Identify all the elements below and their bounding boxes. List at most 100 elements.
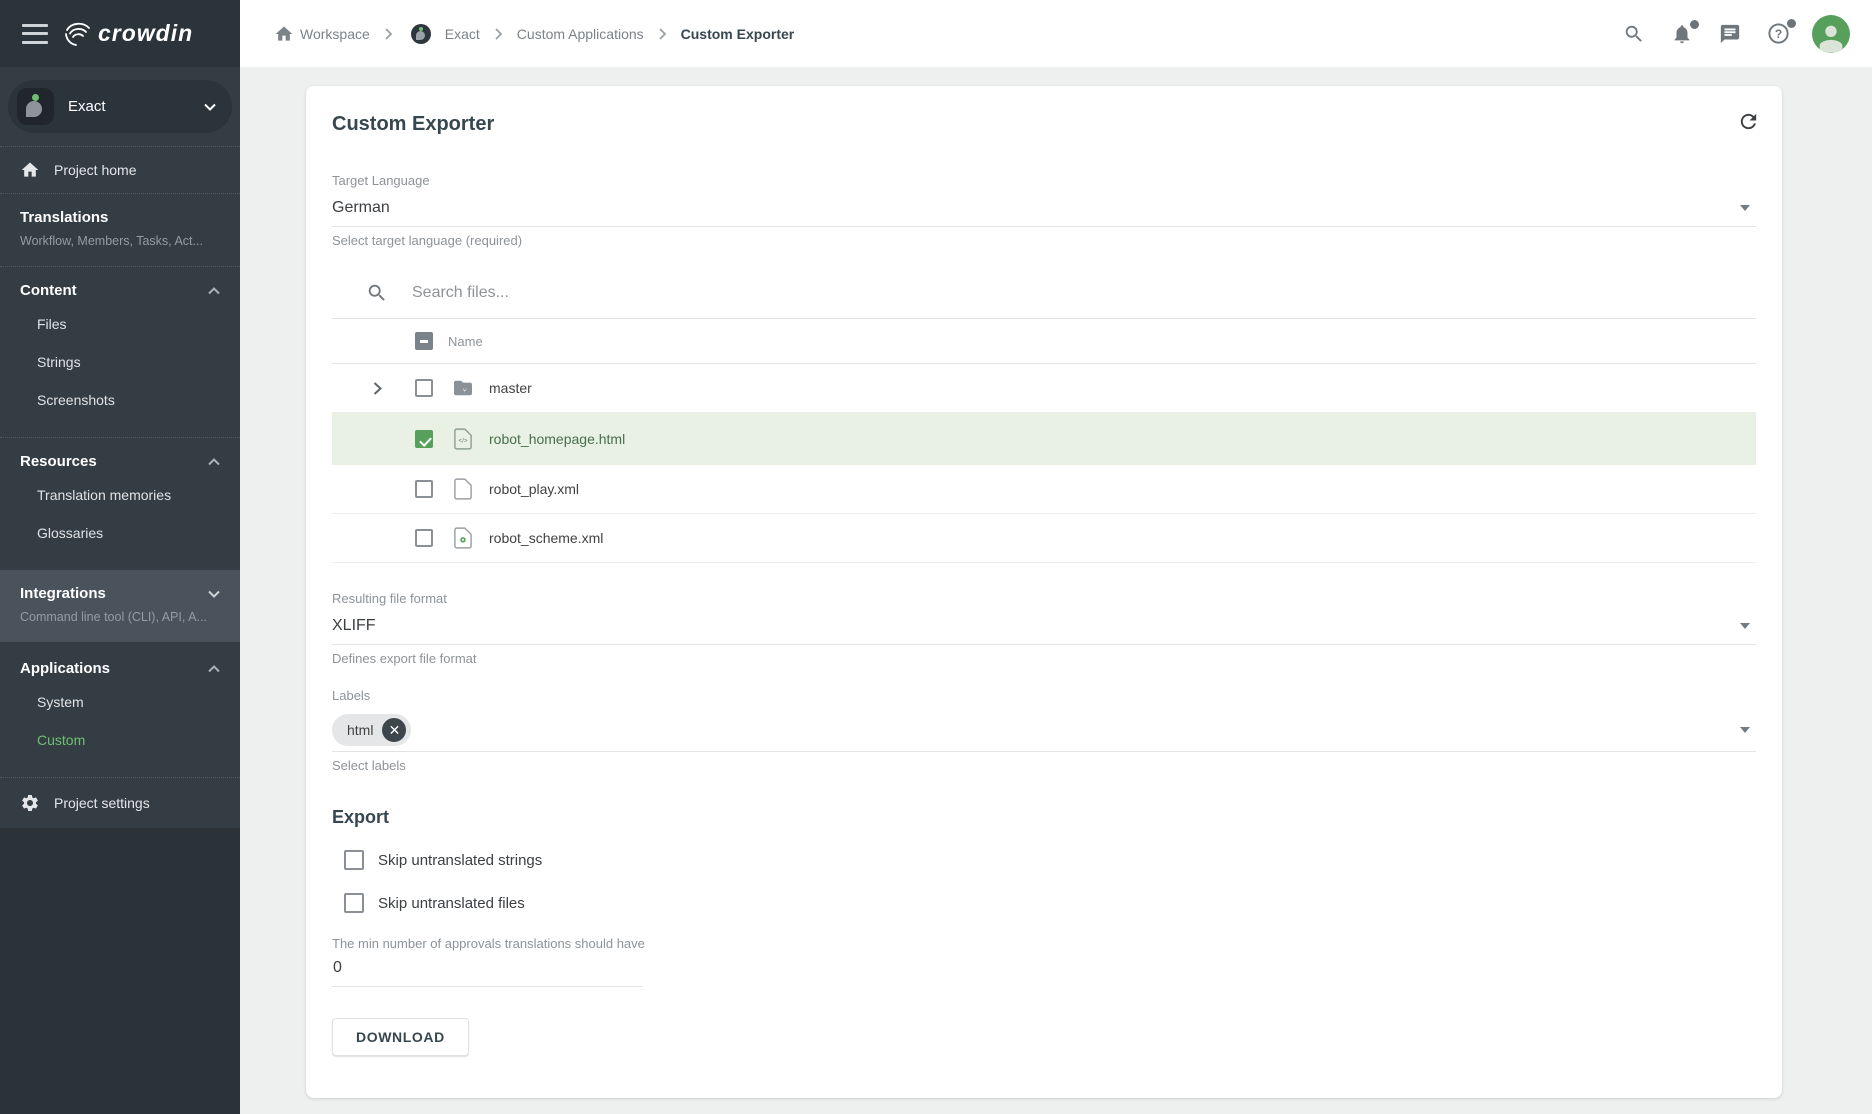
chip-label: html [347, 722, 373, 738]
download-button[interactable]: DOWNLOAD [332, 1018, 469, 1056]
chevron-down-icon [208, 590, 220, 598]
section-header-applications[interactable]: Applications [20, 660, 220, 677]
top-bar: crowdin Workspace Exact Custom Applicati… [0, 0, 1872, 67]
format-label: Resulting file format [332, 591, 1756, 606]
file-row-robot-homepage[interactable]: </> robot_homepage.html [332, 413, 1756, 465]
section-subtitle: Workflow, Members, Tasks, Act... [20, 234, 220, 248]
topbar-brand-area: crowdin [0, 0, 240, 67]
section-header-resources[interactable]: Resources [20, 453, 220, 470]
sidebar-item-files[interactable]: Files [20, 305, 220, 343]
user-avatar[interactable] [1812, 15, 1850, 53]
caret-down-icon [1740, 727, 1750, 733]
expand-chevron-icon[interactable] [373, 382, 415, 395]
approvals-field: The min number of approvals translations… [332, 936, 1756, 987]
target-language-label: Target Language [332, 173, 1756, 188]
project-logo-icon [17, 88, 54, 125]
svg-text:⑂: ⑂ [463, 386, 467, 395]
file-name: robot_homepage.html [489, 431, 625, 447]
refresh-icon[interactable] [1737, 110, 1760, 138]
custom-exporter-card: Custom Exporter Target Language German S… [306, 86, 1782, 1098]
file-table-header: Name [332, 319, 1756, 364]
remove-chip-icon[interactable]: ✕ [382, 718, 406, 742]
approvals-label: The min number of approvals translations… [332, 936, 1756, 951]
row-checkbox[interactable] [415, 529, 433, 547]
gear-icon [20, 793, 40, 813]
option-skip-untranslated-files: Skip untranslated files [332, 893, 1756, 913]
name-column-header: Name [448, 334, 483, 349]
help-badge-dot [1787, 19, 1796, 28]
target-language-value: German [332, 199, 390, 217]
project-avatar-icon [411, 24, 431, 44]
help-icon[interactable]: ? [1767, 22, 1790, 45]
sidebar-filler [0, 828, 240, 1114]
row-checkbox[interactable] [415, 480, 433, 498]
breadcrumb-project[interactable]: Exact [445, 26, 480, 42]
label-chip-html: html ✕ [332, 714, 411, 746]
file-row-robot-play[interactable]: robot_play.xml [332, 465, 1756, 514]
sidebar-item-screenshots[interactable]: Screenshots [20, 381, 220, 419]
breadcrumb-current-page: Custom Exporter [681, 26, 795, 42]
android-xml-file-icon [452, 527, 474, 549]
breadcrumb: Workspace Exact Custom Applications Cust… [240, 0, 1597, 67]
section-header-content[interactable]: Content [20, 282, 220, 299]
search-icon [366, 282, 388, 304]
skip-untranslated-files-checkbox[interactable] [344, 893, 364, 913]
sidebar-section-applications: Applications System Custom [0, 642, 240, 777]
home-icon[interactable] [274, 24, 294, 44]
home-icon [20, 160, 40, 180]
breadcrumb-separator-icon [658, 28, 667, 40]
section-subtitle: Command line tool (CLI), API, A... [20, 610, 220, 624]
sidebar: Exact Project home Translations Workflow… [0, 67, 240, 1114]
page-title: Custom Exporter [332, 113, 1756, 136]
target-language-select[interactable]: German [332, 192, 1756, 227]
format-select[interactable]: XLIFF [332, 610, 1756, 645]
labels-helper: Select labels [332, 758, 1756, 773]
target-language-helper: Select target language (required) [332, 233, 1756, 248]
caret-down-icon [1740, 623, 1750, 629]
select-all-checkbox[interactable] [415, 332, 433, 350]
sidebar-item-strings[interactable]: Strings [20, 343, 220, 381]
breadcrumb-workspace[interactable]: Workspace [300, 26, 370, 42]
caret-down-icon [1740, 205, 1750, 211]
topbar-actions: ? [1597, 0, 1872, 67]
sidebar-item-translation-memories[interactable]: Translation memories [20, 476, 220, 514]
svg-text:?: ? [1775, 27, 1782, 41]
svg-text:</>: </> [458, 437, 467, 444]
chevron-up-icon [208, 287, 220, 295]
sidebar-item-glossaries[interactable]: Glossaries [20, 514, 220, 552]
notification-badge-dot [1690, 20, 1699, 29]
sidebar-section-integrations[interactable]: Integrations Command line tool (CLI), AP… [0, 570, 240, 642]
sidebar-item-custom[interactable]: Custom [20, 721, 220, 759]
sidebar-section-resources: Resources Translation memories Glossarie… [0, 438, 240, 570]
approvals-input[interactable] [332, 953, 643, 987]
messages-icon[interactable] [1719, 23, 1741, 45]
notifications-bell-icon[interactable] [1671, 23, 1693, 45]
sidebar-item-project-home[interactable]: Project home [0, 147, 240, 193]
row-checkbox[interactable] [415, 430, 433, 448]
row-checkbox[interactable] [415, 379, 433, 397]
sidebar-item-project-settings[interactable]: Project settings [0, 778, 240, 828]
file-row-robot-scheme[interactable]: robot_scheme.xml [332, 514, 1756, 563]
breadcrumb-custom-applications[interactable]: Custom Applications [517, 26, 644, 42]
hamburger-menu-icon[interactable] [22, 24, 48, 44]
sidebar-section-translations[interactable]: Translations Workflow, Members, Tasks, A… [0, 194, 240, 266]
project-selector[interactable]: Exact [8, 80, 232, 133]
sidebar-item-label: Project settings [54, 795, 150, 811]
sidebar-item-system[interactable]: System [20, 683, 220, 721]
project-selector-wrap: Exact [0, 67, 240, 146]
html-file-icon: </> [452, 428, 474, 450]
project-selector-label: Exact [68, 98, 204, 115]
file-row-master[interactable]: ⑂ master [332, 364, 1756, 413]
chevron-down-icon [204, 103, 216, 111]
file-name: robot_scheme.xml [489, 530, 603, 546]
skip-untranslated-strings-checkbox[interactable] [344, 850, 364, 870]
labels-label: Labels [332, 688, 1756, 703]
search-files-input[interactable] [412, 284, 1052, 302]
labels-select[interactable]: html ✕ [332, 708, 1756, 752]
search-icon[interactable] [1623, 23, 1645, 45]
file-name: master [489, 380, 532, 396]
section-title: Applications [20, 660, 110, 677]
crowdin-logo[interactable]: crowdin [62, 20, 193, 47]
file-table: Name ⑂ master </> robot_homepage.html [332, 318, 1756, 563]
chevron-up-icon [208, 458, 220, 466]
